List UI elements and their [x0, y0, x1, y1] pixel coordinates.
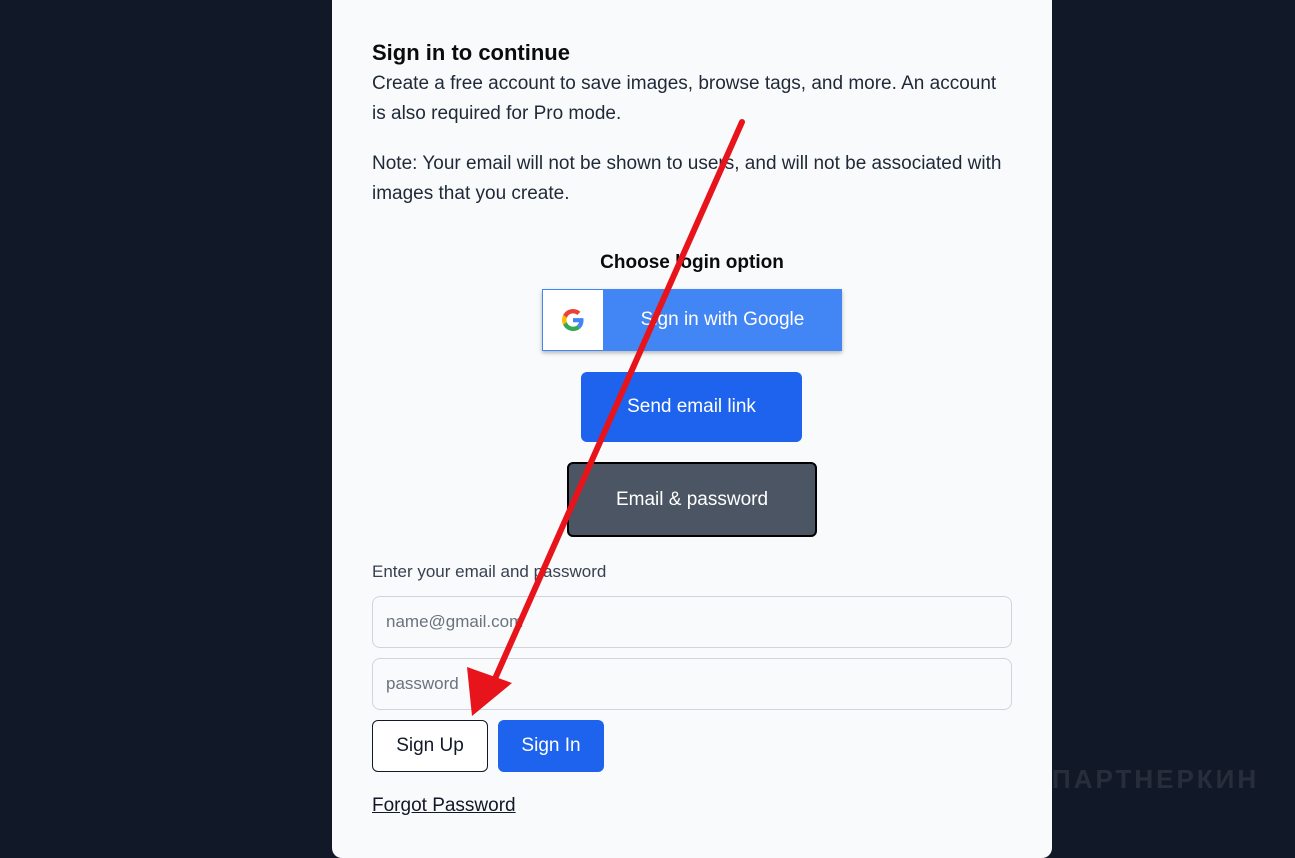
choose-login-heading: Choose login option — [600, 252, 784, 273]
chat-bubble-icon — [990, 754, 1038, 806]
sign-in-dialog: Sign in to continue Create a free accoun… — [332, 0, 1052, 858]
privacy-note: Note: Your email will not be shown to us… — [372, 153, 1002, 204]
watermark: ПАРТНЕРКИН — [988, 752, 1259, 806]
google-g-icon — [562, 309, 584, 331]
email-password-button[interactable]: Email & password — [567, 462, 817, 537]
watermark-text: ПАРТНЕРКИН — [1052, 763, 1260, 794]
dialog-description: Create a free account to save images, br… — [372, 73, 997, 124]
sign-in-button[interactable]: Sign In — [498, 720, 604, 772]
dialog-title: Sign in to continue — [372, 40, 570, 65]
google-icon-box — [543, 290, 603, 350]
credentials-label: Enter your email and password — [372, 562, 607, 581]
password-field[interactable] — [372, 658, 1012, 710]
google-button-label: Sign in with Google — [640, 309, 805, 330]
send-email-link-button[interactable]: Send email link — [581, 372, 802, 442]
google-sign-in-button[interactable]: Sign in with Google — [542, 289, 842, 351]
forgot-password-link[interactable]: Forgot Password — [372, 795, 516, 817]
email-field[interactable] — [372, 596, 1012, 648]
sign-up-button[interactable]: Sign Up — [372, 720, 488, 772]
